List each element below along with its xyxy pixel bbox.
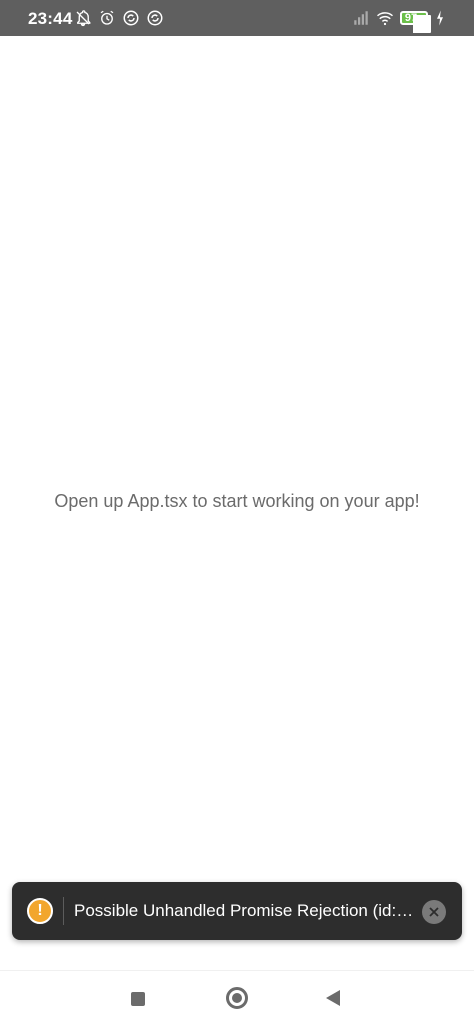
status-time: 23:44: [28, 9, 73, 28]
signal-icon: [352, 9, 370, 27]
sync-icon: [146, 9, 164, 27]
back-icon[interactable]: [326, 990, 340, 1006]
app-content: Open up App.tsx to start working on your…: [0, 36, 474, 970]
battery-icon: 97: [400, 11, 431, 33]
charging-icon: [434, 9, 452, 27]
sync-icon: [122, 9, 140, 27]
alarm-icon: [98, 9, 116, 27]
promise-rejection-toast[interactable]: ! Possible Unhandled Promise Rejection (…: [12, 882, 462, 940]
toast-divider: [63, 897, 64, 925]
wifi-icon: [376, 9, 394, 27]
warning-icon: !: [27, 898, 53, 924]
status-bar: 23:44 97: [0, 0, 474, 36]
close-icon[interactable]: [422, 900, 446, 924]
toast-message[interactable]: Possible Unhandled Promise Rejection (id…: [74, 901, 414, 921]
app-message: Open up App.tsx to start working on your…: [54, 491, 420, 511]
home-icon[interactable]: [226, 987, 248, 1009]
status-icons-left: [74, 9, 164, 27]
navigation-bar: [0, 970, 474, 1027]
square-icon[interactable]: [131, 992, 145, 1006]
battery-cap: [413, 15, 431, 33]
status-icons-right: 97: [352, 9, 452, 33]
muted-bell-icon: [74, 9, 92, 27]
